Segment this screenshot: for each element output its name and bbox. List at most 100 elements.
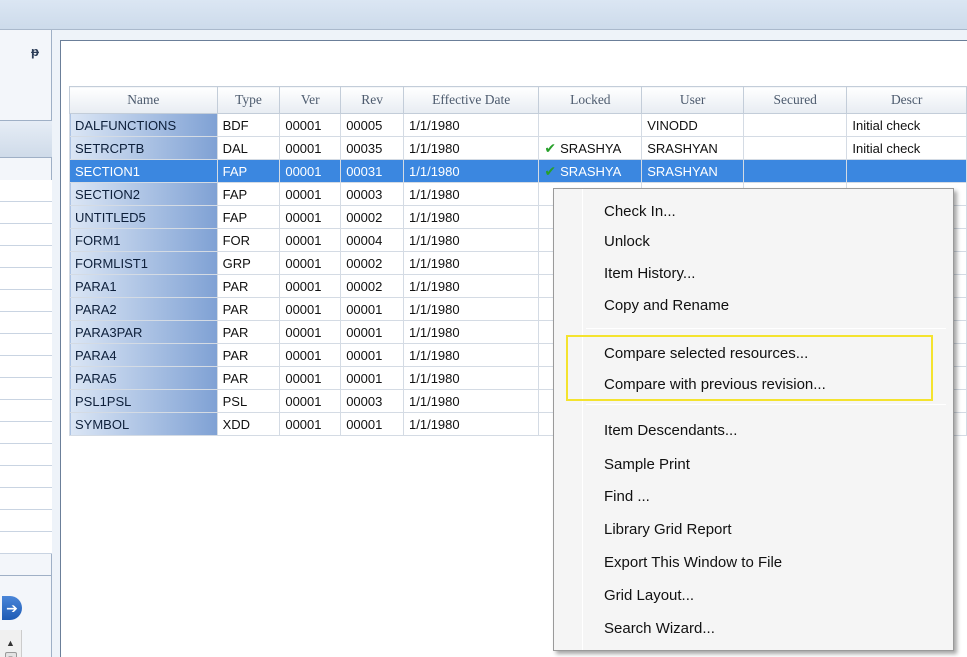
column-header[interactable]: Name <box>69 86 218 114</box>
cell-ver[interactable]: 00001 <box>279 182 342 206</box>
table-row[interactable]: SETRCPTB DAL 00001 00035 1/1/1980 ✔ SRASHYA SRA… <box>69 136 967 160</box>
cell-ver[interactable]: 00001 <box>279 343 342 367</box>
cell-locked[interactable]: ✔ SRASHYA <box>538 136 643 160</box>
left-panel-row[interactable] <box>0 356 52 378</box>
column-header[interactable]: Descr <box>846 86 967 114</box>
scroll-up-icon[interactable]: ▲ <box>0 638 21 648</box>
left-panel-row[interactable] <box>0 422 52 444</box>
cell-ver[interactable]: 00001 <box>279 159 342 183</box>
cell-date[interactable]: 1/1/1980 <box>403 251 540 275</box>
menu-item[interactable]: Sample Print <box>604 456 690 473</box>
cell-name[interactable]: PARA2 <box>69 297 218 321</box>
cell-type[interactable]: PAR <box>216 366 281 390</box>
cell-type[interactable]: FAP <box>216 205 281 229</box>
cell-ver[interactable]: 00001 <box>279 136 342 160</box>
cell-rev[interactable]: 00002 <box>340 205 405 229</box>
cell-type[interactable]: PAR <box>216 297 281 321</box>
cell-type[interactable]: GRP <box>216 251 281 275</box>
cell-type[interactable]: FAP <box>216 159 281 183</box>
cell-rev[interactable]: 00003 <box>340 182 405 206</box>
menu-item[interactable]: Check In... <box>604 203 676 220</box>
cell-ver[interactable]: 00001 <box>279 228 342 252</box>
cell-rev[interactable]: 00001 <box>340 412 405 436</box>
left-panel-scrollbar[interactable]: ▲ ≡ <box>0 630 22 657</box>
cell-name[interactable]: PARA4 <box>69 343 218 367</box>
cell-user[interactable]: SRASHYAN <box>641 159 745 183</box>
table-row[interactable]: SECTION1 FAP 00001 00031 1/1/1980 ✔ SRASHYA SRA… <box>69 159 967 183</box>
cell-secured[interactable] <box>743 159 848 183</box>
cell-date[interactable]: 1/1/1980 <box>403 343 540 367</box>
cell-secured[interactable] <box>743 113 848 137</box>
cell-name[interactable]: PARA5 <box>69 366 218 390</box>
scroll-thumb[interactable]: ≡ <box>4 652 17 657</box>
left-panel-row[interactable] <box>0 532 52 554</box>
cell-type[interactable]: FOR <box>216 228 281 252</box>
cell-type[interactable]: PSL <box>216 389 281 413</box>
cell-rev[interactable]: 00004 <box>340 228 405 252</box>
cell-date[interactable]: 1/1/1980 <box>403 113 540 137</box>
left-panel-row[interactable] <box>0 334 52 356</box>
menu-item[interactable]: Find ... <box>604 488 650 505</box>
cell-rev[interactable]: 00002 <box>340 274 405 298</box>
cell-date[interactable]: 1/1/1980 <box>403 205 540 229</box>
left-panel-row[interactable] <box>0 180 52 202</box>
left-panel-row[interactable] <box>0 466 52 488</box>
cell-date[interactable]: 1/1/1980 <box>403 274 540 298</box>
cell-ver[interactable]: 00001 <box>279 113 342 137</box>
cell-date[interactable]: 1/1/1980 <box>403 320 540 344</box>
menu-item[interactable]: Item History... <box>604 265 695 282</box>
menu-item[interactable]: Search Wizard... <box>604 620 715 637</box>
cell-date[interactable]: 1/1/1980 <box>403 297 540 321</box>
column-header[interactable]: User <box>641 86 745 114</box>
cell-user[interactable]: SRASHYAN <box>641 136 745 160</box>
cell-ver[interactable]: 00001 <box>279 297 342 321</box>
cell-rev[interactable]: 00001 <box>340 297 405 321</box>
cell-name[interactable]: SECTION2 <box>69 182 218 206</box>
cell-rev[interactable]: 00035 <box>340 136 405 160</box>
column-header[interactable]: Rev <box>340 86 405 114</box>
cell-name[interactable]: SETRCPTB <box>69 136 218 160</box>
arrow-right-icon[interactable]: ➔ <box>2 596 22 620</box>
cell-locked[interactable] <box>538 113 643 137</box>
cell-name[interactable]: UNTITLED5 <box>69 205 218 229</box>
left-panel-row[interactable] <box>0 444 52 466</box>
left-panel-row[interactable] <box>0 246 52 268</box>
column-header[interactable]: Ver <box>279 86 342 114</box>
cell-type[interactable]: DAL <box>216 136 281 160</box>
pin-icon[interactable]: ᵽ <box>31 44 39 59</box>
left-panel-row[interactable] <box>0 202 52 224</box>
cell-type[interactable]: FAP <box>216 182 281 206</box>
left-panel-row[interactable] <box>0 224 52 246</box>
cell-ver[interactable]: 00001 <box>279 412 342 436</box>
cell-type[interactable]: PAR <box>216 274 281 298</box>
cell-type[interactable]: PAR <box>216 320 281 344</box>
table-row[interactable]: DALFUNCTIONS BDF 00001 00005 1/1/1980 VINODD I… <box>69 113 967 137</box>
cell-type[interactable]: BDF <box>216 113 281 137</box>
cell-date[interactable]: 1/1/1980 <box>403 182 540 206</box>
column-header[interactable]: Locked <box>538 86 643 114</box>
cell-type[interactable]: PAR <box>216 343 281 367</box>
cell-name[interactable]: DALFUNCTIONS <box>69 113 218 137</box>
left-panel-row[interactable] <box>0 378 52 400</box>
cell-secured[interactable] <box>743 136 848 160</box>
cell-name[interactable]: PARA1 <box>69 274 218 298</box>
cell-ver[interactable]: 00001 <box>279 251 342 275</box>
column-header[interactable]: Type <box>216 86 281 114</box>
cell-date[interactable]: 1/1/1980 <box>403 412 540 436</box>
cell-date[interactable]: 1/1/1980 <box>403 136 540 160</box>
cell-ver[interactable]: 00001 <box>279 274 342 298</box>
cell-name[interactable]: SYMBOL <box>69 412 218 436</box>
cell-descr[interactable]: Initial check <box>846 113 967 137</box>
cell-rev[interactable]: 00001 <box>340 366 405 390</box>
cell-rev[interactable]: 00005 <box>340 113 405 137</box>
cell-date[interactable]: 1/1/1980 <box>403 366 540 390</box>
menu-item[interactable]: Grid Layout... <box>604 587 694 604</box>
cell-ver[interactable]: 00001 <box>279 205 342 229</box>
cell-name[interactable]: FORM1 <box>69 228 218 252</box>
column-header[interactable]: Effective Date <box>403 86 540 114</box>
menu-item[interactable]: Unlock <box>604 233 650 250</box>
cell-rev[interactable]: 00002 <box>340 251 405 275</box>
left-panel-row[interactable] <box>0 488 52 510</box>
left-panel-row[interactable] <box>0 268 52 290</box>
menu-item[interactable]: Library Grid Report <box>604 521 732 538</box>
